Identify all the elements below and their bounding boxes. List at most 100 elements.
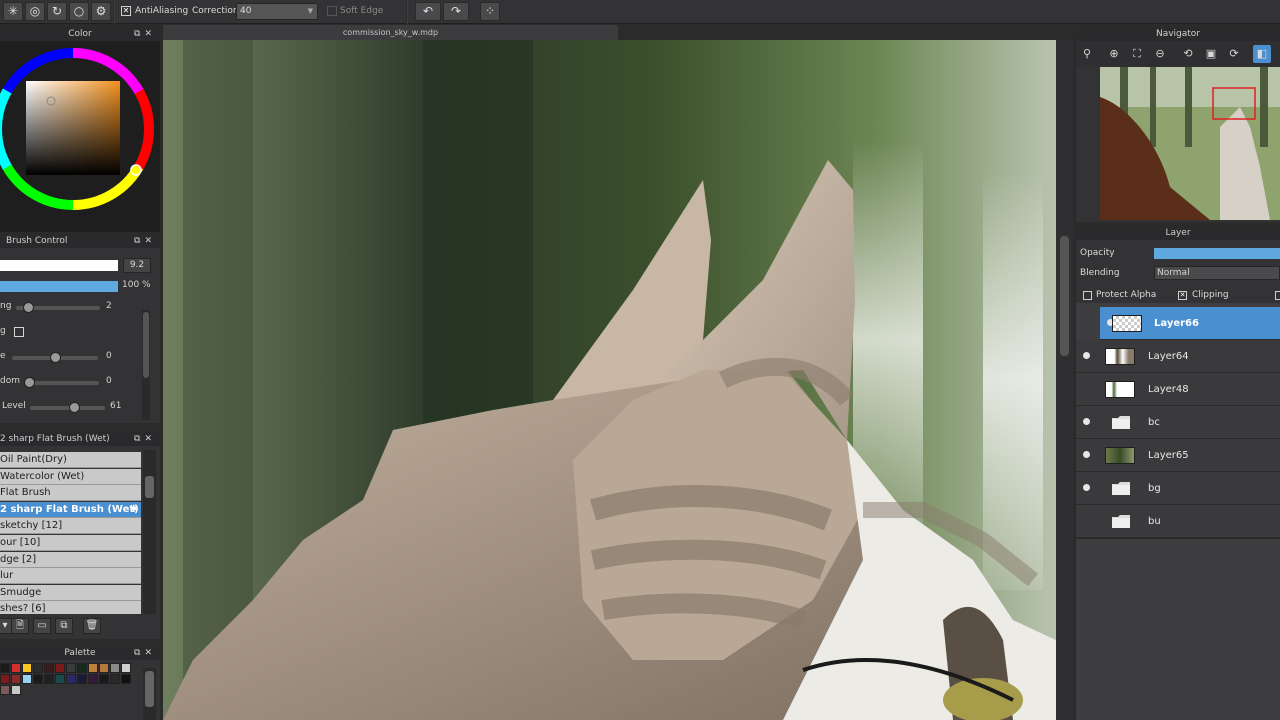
brush-param-slider[interactable] xyxy=(12,352,98,363)
visibility-eye-icon[interactable] xyxy=(1083,484,1090,491)
palette-swatch[interactable] xyxy=(110,674,120,684)
brush-list-item[interactable]: Flat Brush xyxy=(0,485,141,502)
document-tab[interactable]: commission_sky_w.mdp xyxy=(163,25,618,40)
palette-swatch[interactable] xyxy=(33,663,43,673)
snap-settings-icon[interactable]: ⚙ xyxy=(91,2,111,21)
zoom-out-icon[interactable]: ⊖ xyxy=(1151,45,1169,63)
visibility-eye-icon[interactable] xyxy=(1083,451,1090,458)
palette-swatch[interactable] xyxy=(66,674,76,684)
palette-swatch[interactable] xyxy=(99,663,109,673)
palette-swatch[interactable] xyxy=(77,663,87,673)
palette-swatch[interactable] xyxy=(77,674,87,684)
color-wheel[interactable] xyxy=(0,43,160,219)
layer-row[interactable]: bg xyxy=(1076,472,1280,505)
visibility-eye-icon[interactable] xyxy=(1083,352,1090,359)
palette-swatch[interactable] xyxy=(44,663,54,673)
layer-row[interactable]: Layer64 xyxy=(1076,340,1280,373)
blending-mode-select[interactable]: Normal xyxy=(1154,266,1280,280)
palette-swatch[interactable] xyxy=(66,663,76,673)
brush-list-item[interactable]: shes? [6] xyxy=(0,601,141,614)
drawing-canvas[interactable] xyxy=(163,40,1056,720)
palette-swatch[interactable] xyxy=(121,663,131,673)
brush-list-item[interactable]: our [10] xyxy=(0,535,141,551)
clipping-checkbox[interactable]: ✕ xyxy=(1178,291,1187,300)
zoom-in-icon[interactable]: ⊕ xyxy=(1105,45,1123,63)
palette-scrollbar[interactable] xyxy=(143,668,156,720)
panel-popout-close-icons[interactable]: ⧉✕ xyxy=(134,27,156,41)
snap-concentric-icon[interactable]: ◎ xyxy=(25,2,45,21)
delete-brush-icon[interactable]: 🗑 xyxy=(83,618,101,634)
brush-list-item[interactable]: Watercolor (Wet) xyxy=(0,468,141,485)
new-brush-icon[interactable]: 🗎 xyxy=(11,618,29,634)
palette-swatch[interactable] xyxy=(88,663,98,673)
palette-swatch[interactable] xyxy=(33,674,43,684)
extra-checkbox[interactable] xyxy=(1275,291,1280,300)
fit-window-icon[interactable]: ⛶ xyxy=(1128,45,1146,63)
layer-row[interactable]: Layer48 xyxy=(1076,373,1280,406)
deselect-icon[interactable]: ⁘ xyxy=(480,2,500,21)
slider-knob[interactable] xyxy=(69,402,80,413)
snap-parallel-icon[interactable]: ✳ xyxy=(3,2,23,21)
palette-swatch[interactable] xyxy=(88,674,98,684)
palette-swatch[interactable] xyxy=(11,685,21,695)
rotate-left-icon[interactable]: ⟲ xyxy=(1179,45,1197,63)
brush-list-item[interactable]: dge [2] xyxy=(0,551,141,568)
layer-opacity-slider[interactable] xyxy=(1154,248,1280,259)
palette-swatch[interactable] xyxy=(22,674,32,684)
brush-list-item[interactable]: 2 sharp Flat Brush (Wet) ✱ xyxy=(0,501,141,518)
brush-list-item[interactable]: Oil Paint(Dry) xyxy=(0,452,141,468)
zoom-icon[interactable]: ⚲ xyxy=(1078,45,1096,63)
layer-row[interactable]: Layer66 xyxy=(1100,307,1280,340)
actual-size-icon[interactable]: ▣ xyxy=(1202,45,1220,63)
flip-horizontal-icon[interactable]: ◧ xyxy=(1253,45,1271,63)
palette-swatch[interactable] xyxy=(55,674,65,684)
palette-swatch[interactable] xyxy=(44,674,54,684)
brush-list-item[interactable]: Smudge xyxy=(0,584,141,601)
brush-param-slider[interactable] xyxy=(16,302,100,313)
brush-settings-icon[interactable]: ✱ xyxy=(130,502,138,517)
canvas-vertical-scrollbar[interactable] xyxy=(1056,40,1073,720)
slider-knob[interactable] xyxy=(50,352,61,363)
duplicate-brush-icon[interactable]: ⧉ xyxy=(55,618,73,634)
brush-control-scrollbar[interactable] xyxy=(142,310,150,420)
panel-popout-close-icons[interactable]: ⧉✕ xyxy=(134,234,156,248)
palette-swatch[interactable] xyxy=(110,663,120,673)
brush-param-slider[interactable] xyxy=(30,402,105,413)
brush-size-bar[interactable] xyxy=(0,260,118,271)
brush-param-checkbox[interactable] xyxy=(14,327,24,337)
navigator-preview[interactable] xyxy=(1100,67,1280,220)
protect-alpha-checkbox[interactable] xyxy=(1083,291,1092,300)
layer-row[interactable]: Layer65 xyxy=(1076,439,1280,472)
palette-swatch[interactable] xyxy=(121,674,131,684)
slider-knob[interactable] xyxy=(24,377,35,388)
layer-row[interactable]: bu xyxy=(1076,505,1280,538)
new-folder-icon[interactable]: ▭ xyxy=(33,618,51,634)
canvas-scroll-thumb[interactable] xyxy=(1060,236,1069,356)
rotate-right-icon[interactable]: ⟳ xyxy=(1225,45,1243,63)
palette-swatch[interactable] xyxy=(99,674,109,684)
brush-size-value[interactable]: 9.2 xyxy=(123,258,151,273)
palette-swatch[interactable] xyxy=(0,663,10,673)
snap-circle-icon[interactable]: ○ xyxy=(69,2,89,21)
palette-swatch[interactable] xyxy=(22,663,32,673)
redo-icon[interactable]: ↷ xyxy=(443,2,469,21)
soft-edge-checkbox[interactable] xyxy=(327,6,337,16)
antialiasing-checkbox[interactable]: ✕ xyxy=(121,6,131,16)
brush-param-slider[interactable] xyxy=(24,377,99,388)
snap-curve-icon[interactable]: ↻ xyxy=(47,2,67,21)
palette-swatch[interactable] xyxy=(55,663,65,673)
brush-list-item[interactable]: sketchy [12] xyxy=(0,518,141,535)
brush-opacity-bar[interactable] xyxy=(0,281,118,292)
palette-swatch[interactable] xyxy=(0,685,10,695)
palette-swatch[interactable] xyxy=(0,674,10,684)
panel-popout-close-icons[interactable]: ⧉✕ xyxy=(134,646,156,660)
brush-list-item[interactable]: lur xyxy=(0,568,141,585)
palette-swatch[interactable] xyxy=(11,674,21,684)
brush-list-scrollbar[interactable] xyxy=(143,450,156,614)
correction-select[interactable]: 40 ▼ xyxy=(236,3,318,20)
palette-swatch[interactable] xyxy=(11,663,21,673)
undo-icon[interactable]: ↶ xyxy=(415,2,441,21)
visibility-eye-icon[interactable] xyxy=(1083,418,1090,425)
slider-knob[interactable] xyxy=(23,302,34,313)
layer-row[interactable]: bc xyxy=(1076,406,1280,439)
